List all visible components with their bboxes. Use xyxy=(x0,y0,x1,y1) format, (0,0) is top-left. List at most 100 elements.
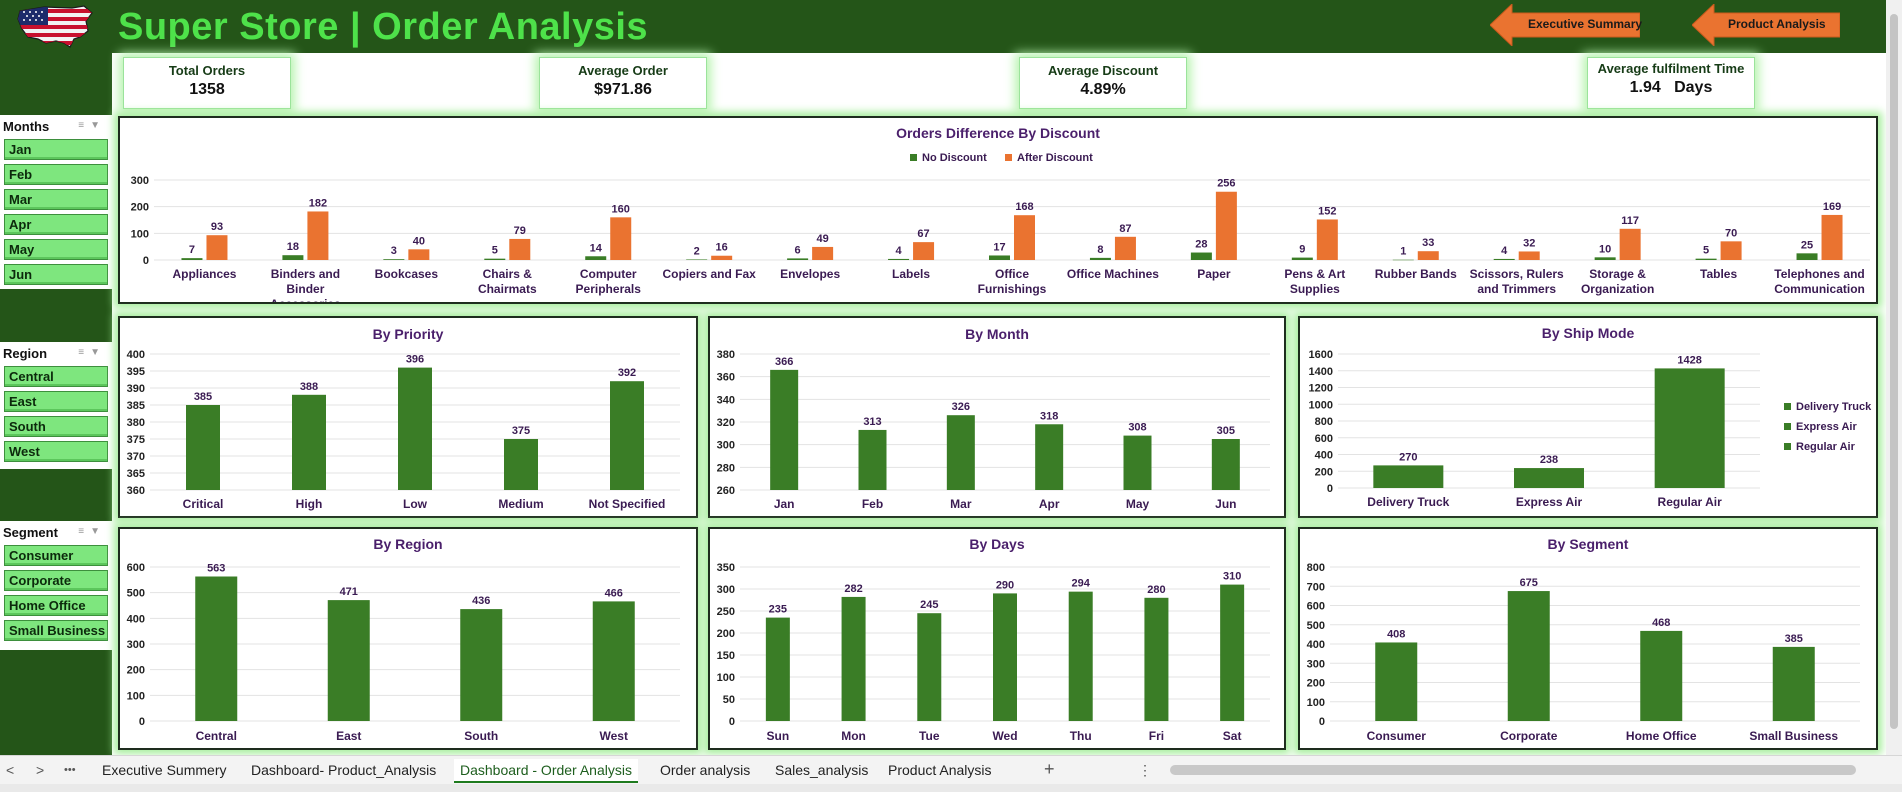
data-label: 308 xyxy=(1128,422,1146,434)
slicer-item-central[interactable]: Central xyxy=(4,366,108,387)
slicer-item-may[interactable]: May xyxy=(4,239,108,260)
bar xyxy=(585,256,607,260)
data-label: 366 xyxy=(775,356,793,368)
y-tick-label: 0 xyxy=(1327,483,1333,495)
x-tick-label: Feb xyxy=(862,497,883,511)
y-tick-label: 1600 xyxy=(1309,349,1333,361)
vertical-scrollbar[interactable] xyxy=(1886,0,1902,755)
legend-label: No Discount xyxy=(922,152,987,164)
kpi-value: 4.89% xyxy=(1080,81,1126,98)
horizontal-scrollbar[interactable] xyxy=(1170,765,1856,775)
sheet-options-icon[interactable]: ⋮ xyxy=(1138,762,1152,779)
slicer-item-mar[interactable]: Mar xyxy=(4,189,108,210)
region-bar-chart: 0 100 200 300 400 500 600 563 Central 471 East 436 S… xyxy=(127,562,680,743)
bar xyxy=(993,593,1017,721)
bar xyxy=(913,242,935,260)
y-tick-label: 0 xyxy=(139,716,145,728)
bar xyxy=(1035,424,1064,490)
sheet-tab-executive-summery[interactable]: Executive Summery xyxy=(102,762,226,778)
data-label: 280 xyxy=(1147,584,1165,596)
sheet-tab-order-analysis[interactable]: Order analysis xyxy=(660,762,750,778)
next-sheet-icon[interactable]: > xyxy=(36,762,44,778)
region-slicer-title: Region xyxy=(3,346,48,361)
segment-slicer-title: Segment xyxy=(3,525,58,540)
product-analysis-button[interactable]: Product Analysis xyxy=(1692,4,1840,46)
y-tick-label: 260 xyxy=(717,485,735,497)
bar xyxy=(686,259,708,260)
data-label: 6 xyxy=(795,244,801,256)
segment-slicer: Segment ≡▼ Consumer Corporate Home Offic… xyxy=(0,521,112,650)
x-tick-label: Tue xyxy=(919,729,940,743)
kpi-label: Total Orders xyxy=(168,63,246,78)
data-label: 67 xyxy=(917,228,929,240)
slicer-filter-icons[interactable]: ≡▼ xyxy=(78,347,106,358)
bar xyxy=(398,367,432,490)
x-tick-label: Fri xyxy=(1149,729,1164,743)
x-tick-label: Envelopes xyxy=(780,267,840,281)
slicer-item-jan[interactable]: Jan xyxy=(4,139,108,160)
data-label: 385 xyxy=(194,391,212,403)
sheet-tab-bar: < > ••• Executive Summery Dashboard- Pro… xyxy=(0,755,1902,784)
slicer-item-apr[interactable]: Apr xyxy=(4,214,108,235)
y-tick-label: 100 xyxy=(131,228,149,240)
months-slicer: Months ≡▼ Jan Feb Mar Apr May Jun xyxy=(0,115,112,289)
bar xyxy=(509,238,531,260)
add-sheet-icon[interactable]: + xyxy=(1044,759,1055,780)
kpi-value: 1.94 Days xyxy=(1629,79,1713,96)
slicer-item-home-office[interactable]: Home Office xyxy=(4,595,108,616)
data-label: 235 xyxy=(769,604,787,616)
y-tick-label: 385 xyxy=(127,400,145,412)
data-label: 14 xyxy=(590,242,603,254)
data-label: 408 xyxy=(1387,628,1405,640)
sheet-tab-dashboard-product-analysis[interactable]: Dashboard- Product_Analysis xyxy=(251,762,436,778)
bar xyxy=(1190,252,1212,260)
executive-summary-button[interactable]: Executive Summary xyxy=(1490,4,1642,46)
slicer-item-corporate[interactable]: Corporate xyxy=(4,570,108,591)
slicer-item-west[interactable]: West xyxy=(4,441,108,462)
x-tick-label: Rubber Bands xyxy=(1375,267,1457,281)
bar xyxy=(1220,584,1245,721)
sheet-tab-product-analysis[interactable]: Product Analysis xyxy=(888,762,992,778)
y-tick-label: 200 xyxy=(1307,678,1325,690)
slicer-filter-icons[interactable]: ≡▼ xyxy=(78,120,106,131)
y-tick-label: 50 xyxy=(723,694,735,706)
data-label: 18 xyxy=(287,241,299,253)
data-label: 168 xyxy=(1015,201,1033,213)
sheet-tab-dashboard-order-analysis[interactable]: Dashboard - Order Analysis xyxy=(454,759,638,783)
shipmode-bar-chart: 0 200 400 600 800 1000 1200 1400 1600 270 Delivery… xyxy=(1309,349,1873,509)
legend-swatch xyxy=(1005,154,1012,161)
legend-label: Express Air xyxy=(1796,421,1857,433)
more-sheets-icon[interactable]: ••• xyxy=(64,764,76,776)
bar xyxy=(1493,258,1515,260)
x-tick-label: and Trimmers xyxy=(1477,282,1556,296)
slicer-item-small-business[interactable]: Small Business xyxy=(4,620,108,641)
slicer-item-jun[interactable]: Jun xyxy=(4,264,108,285)
bar xyxy=(307,211,329,260)
days-bar-chart: 0 50 100 150 200 250 300 350 235 Sun 282 Mon 245 Tue 2… xyxy=(717,562,1270,743)
bar xyxy=(1640,630,1683,721)
y-tick-label: 365 xyxy=(127,468,145,480)
x-tick-label: Sun xyxy=(767,729,790,743)
bar xyxy=(770,369,799,490)
slicer-item-feb[interactable]: Feb xyxy=(4,164,108,185)
kpi-value: $971.86 xyxy=(594,81,652,98)
data-label: 270 xyxy=(1399,451,1417,463)
slicer-item-consumer[interactable]: Consumer xyxy=(4,545,108,566)
bar xyxy=(504,439,538,490)
y-tick-label: 390 xyxy=(127,383,145,395)
data-label: 79 xyxy=(514,225,526,237)
slicer-item-south[interactable]: South xyxy=(4,416,108,437)
data-label: 563 xyxy=(207,562,225,574)
slicer-filter-icons[interactable]: ≡▼ xyxy=(78,526,106,537)
y-tick-label: 280 xyxy=(717,462,735,474)
prev-sheet-icon[interactable]: < xyxy=(6,762,14,778)
data-label: 28 xyxy=(1195,239,1207,251)
sheet-tab-sales-analysis[interactable]: Sales_analysis xyxy=(775,762,868,778)
slicer-item-east[interactable]: East xyxy=(4,391,108,412)
bar xyxy=(1123,435,1152,490)
kpi-label: Average Order xyxy=(578,63,668,78)
vertical-scroll-thumb[interactable] xyxy=(1890,14,1898,729)
y-tick-label: 375 xyxy=(127,434,145,446)
data-label: 290 xyxy=(996,579,1014,591)
data-label: 93 xyxy=(211,221,223,233)
